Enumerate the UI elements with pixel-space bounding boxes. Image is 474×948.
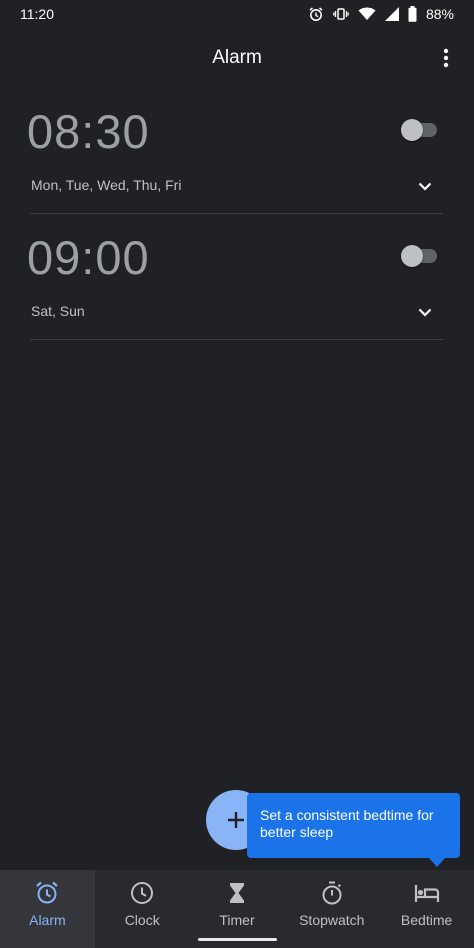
alarm-item[interactable]: 08:30 Mon, Tue, Wed, Thu, Fri (27, 96, 443, 214)
bed-icon (414, 885, 439, 902)
alarm-toggle[interactable] (401, 119, 437, 141)
hourglass-icon (229, 883, 244, 903)
wifi-icon (358, 6, 376, 22)
alarm-list: 08:30 Mon, Tue, Wed, Thu, Fri 09:00 Sat,… (27, 96, 443, 348)
nav-item-clock[interactable]: Clock (95, 870, 190, 948)
status-bar: 11:20 88% (0, 0, 474, 28)
status-time: 11:20 (20, 6, 54, 22)
vibrate-icon (333, 6, 349, 22)
nav-label: Bedtime (400, 912, 453, 928)
bottom-navigation: Alarm Clock Timer Stopwatch Bedtime (0, 870, 474, 948)
stopwatch-icon (322, 881, 342, 905)
tooltip-pointer (428, 857, 446, 867)
tooltip-text: Set a consistent bedtime for better slee… (260, 807, 434, 840)
status-icons: 88% (308, 6, 454, 22)
nav-label: Clock (124, 912, 160, 928)
nav-item-stopwatch[interactable]: Stopwatch (284, 870, 379, 948)
alarm-toggle[interactable] (401, 245, 437, 267)
expand-button[interactable] (413, 300, 437, 324)
nav-item-alarm[interactable]: Alarm (0, 870, 95, 948)
nav-item-bedtime[interactable]: Bedtime (379, 870, 474, 948)
alarm-item[interactable]: 09:00 Sat, Sun (27, 222, 443, 340)
home-indicator[interactable] (198, 938, 277, 941)
nav-label: Timer (219, 912, 255, 928)
alarm-days: Sat, Sun (31, 303, 85, 319)
battery-icon (408, 6, 417, 22)
nav-item-timer[interactable]: Timer (190, 870, 285, 948)
nav-label: Alarm (29, 912, 66, 928)
toggle-thumb (401, 245, 423, 267)
plus-icon (228, 812, 244, 828)
alarm-days: Mon, Tue, Wed, Thu, Fri (31, 177, 182, 193)
clock-icon (131, 882, 154, 904)
alarm-time[interactable]: 08:30 (27, 104, 150, 159)
overflow-menu-button[interactable] (432, 44, 460, 72)
more-vert-icon (443, 48, 449, 68)
bedtime-tooltip[interactable]: Set a consistent bedtime for better slee… (247, 793, 460, 858)
nav-label: Stopwatch (299, 912, 365, 928)
signal-icon (384, 7, 399, 21)
battery-percent: 88% (425, 6, 454, 22)
alarm-icon (308, 6, 324, 22)
alarm-clock-icon (36, 881, 59, 904)
app-bar: Alarm (0, 36, 474, 80)
alarm-time[interactable]: 09:00 (27, 230, 150, 285)
expand-button[interactable] (413, 174, 437, 198)
toggle-thumb (401, 119, 423, 141)
chevron-down-icon (418, 308, 432, 317)
page-title: Alarm (212, 47, 262, 68)
chevron-down-icon (418, 182, 432, 191)
